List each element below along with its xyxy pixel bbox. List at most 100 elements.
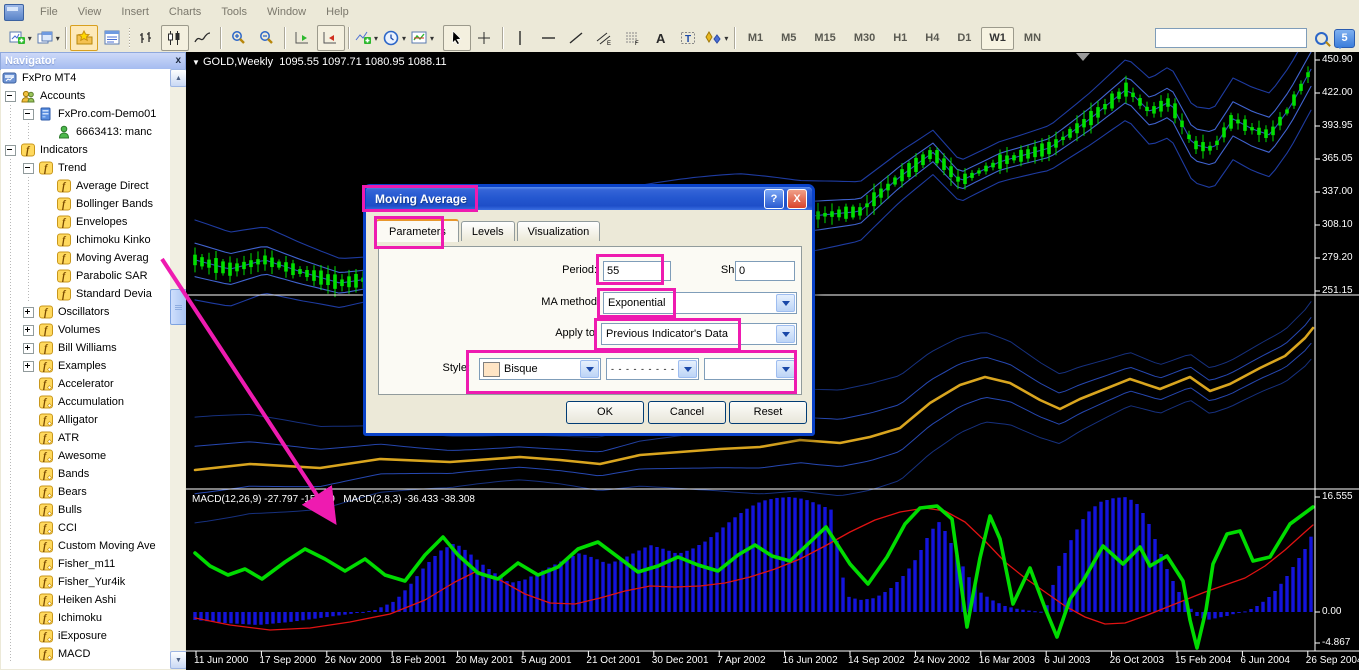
tree-item-accumulation[interactable]: f Accumulation	[1, 393, 170, 411]
dropdown-arrow-icon[interactable]: ▾	[402, 34, 406, 43]
reset-button[interactable]: Reset	[729, 401, 807, 424]
tree-item-fxpro-com-demo01[interactable]: FxPro.com-Demo01	[1, 105, 170, 123]
dropdown-arrow-icon[interactable]: ▾	[724, 34, 728, 43]
tree-item-ichimoku[interactable]: f Ichimoku	[1, 609, 170, 627]
timeframe-m30-button[interactable]: M30	[846, 27, 883, 50]
collapse-icon[interactable]	[4, 90, 16, 102]
tree-item-average-direct[interactable]: f Average Direct	[1, 177, 170, 195]
navigator-scrollbar[interactable]: ▲ ▼	[170, 69, 187, 669]
tree-item-standard-devia[interactable]: f Standard Devia	[1, 285, 170, 303]
app-icon[interactable]	[4, 3, 24, 21]
ma-method-combobox[interactable]: Exponential	[603, 292, 797, 314]
collapse-icon[interactable]	[4, 144, 16, 156]
tree-item-trend[interactable]: f Trend	[1, 159, 170, 177]
arrows-button[interactable]: ▾	[703, 25, 731, 51]
help-button[interactable]: ?	[764, 188, 784, 209]
line-style-combobox[interactable]: - - - - - - - - -	[606, 358, 699, 380]
menu-charts[interactable]: Charts	[159, 3, 211, 21]
navigator-caption[interactable]: Navigator x	[0, 52, 186, 70]
tree-item-parabolic-sar[interactable]: f Parabolic SAR	[1, 267, 170, 285]
timeframe-h1-button[interactable]: H1	[885, 27, 915, 50]
menu-insert[interactable]: Insert	[111, 3, 159, 21]
chevron-down-icon[interactable]	[678, 360, 697, 378]
periods-button[interactable]: ▾	[381, 25, 409, 51]
trendline-button[interactable]	[563, 25, 591, 51]
dropdown-arrow-icon[interactable]: ▾	[374, 34, 378, 43]
fibonacci-button[interactable]: F	[619, 25, 647, 51]
dropdown-arrow-icon[interactable]: ▾	[28, 34, 32, 43]
equidistant-channel-button[interactable]: E	[591, 25, 619, 51]
chart-shift-button[interactable]	[316, 25, 345, 51]
close-button[interactable]: X	[787, 188, 807, 209]
timeframe-w1-button[interactable]: W1	[981, 26, 1014, 50]
tree-item-bill-williams[interactable]: f Bill Williams	[1, 339, 170, 357]
tree-item-macd[interactable]: f MACD	[1, 645, 170, 663]
tree-item-6663413-manc[interactable]: 6663413: manc	[1, 123, 170, 141]
timeframe-mn-button[interactable]: MN	[1016, 27, 1049, 50]
chevron-down-icon[interactable]	[776, 360, 795, 378]
dropdown-arrow-icon[interactable]: ▾	[56, 34, 60, 43]
menu-help[interactable]: Help	[316, 3, 359, 21]
candlestick-chart-button[interactable]	[160, 25, 189, 51]
expand-icon[interactable]	[22, 360, 34, 372]
menu-view[interactable]: View	[68, 3, 112, 21]
tree-item-bollinger-bands[interactable]: f Bollinger Bands	[1, 195, 170, 213]
expand-icon[interactable]	[22, 306, 34, 318]
timeframe-m15-button[interactable]: M15	[806, 27, 843, 50]
chevron-down-icon[interactable]	[776, 325, 795, 343]
notifications-badge[interactable]: 5	[1334, 28, 1356, 49]
cancel-button[interactable]: Cancel	[648, 401, 726, 424]
tree-item-awesome[interactable]: f Awesome	[1, 447, 170, 465]
profiles-button[interactable]: ▾	[34, 25, 62, 51]
tree-item-heiken-ashi[interactable]: f Heiken Ashi	[1, 591, 170, 609]
search-icon[interactable]	[1315, 31, 1329, 45]
timeframe-h4-button[interactable]: H4	[917, 27, 947, 50]
expand-icon[interactable]	[22, 324, 34, 336]
timeframe-m5-button[interactable]: M5	[773, 27, 804, 50]
line-chart-button[interactable]	[189, 25, 217, 51]
cursor-button[interactable]	[442, 25, 471, 51]
auto-scroll-button[interactable]	[289, 25, 317, 51]
tree-item-volumes[interactable]: f Volumes	[1, 321, 170, 339]
tree-item-iexposure[interactable]: f iExposure	[1, 627, 170, 645]
new-chart-button[interactable]: ▾	[6, 25, 34, 51]
dropdown-arrow-icon[interactable]: ▾	[430, 34, 434, 43]
tree-item-alligator[interactable]: f Alligator	[1, 411, 170, 429]
templates-button[interactable]: ▾	[409, 25, 437, 51]
dialog-titlebar[interactable]: Moving Average ? X	[366, 187, 812, 210]
favorites-button[interactable]	[70, 25, 99, 51]
tab-visualization[interactable]: Visualization	[516, 221, 601, 241]
tree-item-custom-moving-ave[interactable]: f Custom Moving Ave	[1, 537, 170, 555]
tree-item-cci[interactable]: f CCI	[1, 519, 170, 537]
expand-icon[interactable]	[22, 342, 34, 354]
shift-input[interactable]	[735, 261, 795, 281]
scroll-up-icon[interactable]: ▲	[170, 69, 187, 87]
tree-item-ichimoku-kinko[interactable]: f Ichimoku Kinko	[1, 231, 170, 249]
scroll-thumb[interactable]	[170, 289, 187, 325]
tree-item-bands[interactable]: f Bands	[1, 465, 170, 483]
collapse-icon[interactable]	[22, 108, 34, 120]
zoom-out-button[interactable]	[253, 25, 281, 51]
market-watch-button[interactable]	[98, 25, 126, 51]
menu-file[interactable]: File	[30, 3, 68, 21]
zoom-in-button[interactable]	[225, 25, 253, 51]
crosshair-button[interactable]	[471, 25, 499, 51]
tab-levels[interactable]: Levels	[460, 221, 515, 241]
tree-item-accelerator[interactable]: f Accelerator	[1, 375, 170, 393]
text-button[interactable]: A	[647, 25, 675, 51]
scroll-down-icon[interactable]: ▼	[170, 651, 187, 669]
tree-item-moving-averag[interactable]: f Moving Averag	[1, 249, 170, 267]
color-combobox[interactable]: Bisque	[479, 358, 601, 380]
ok-button[interactable]: OK	[566, 401, 644, 424]
tree-item-envelopes[interactable]: f Envelopes	[1, 213, 170, 231]
tree-item-atr[interactable]: f ATR	[1, 429, 170, 447]
chevron-down-icon[interactable]	[776, 294, 795, 312]
menu-window[interactable]: Window	[257, 3, 316, 21]
collapse-triangle-icon[interactable]: ▼	[192, 58, 200, 67]
bar-chart-button[interactable]	[133, 25, 161, 51]
timeframe-d1-button[interactable]: D1	[949, 27, 979, 50]
chevron-down-icon[interactable]	[580, 360, 599, 378]
indicators-button[interactable]: ▾	[353, 25, 381, 51]
tree-item-indicators[interactable]: f Indicators	[1, 141, 170, 159]
tree-item-oscillators[interactable]: f Oscillators	[1, 303, 170, 321]
